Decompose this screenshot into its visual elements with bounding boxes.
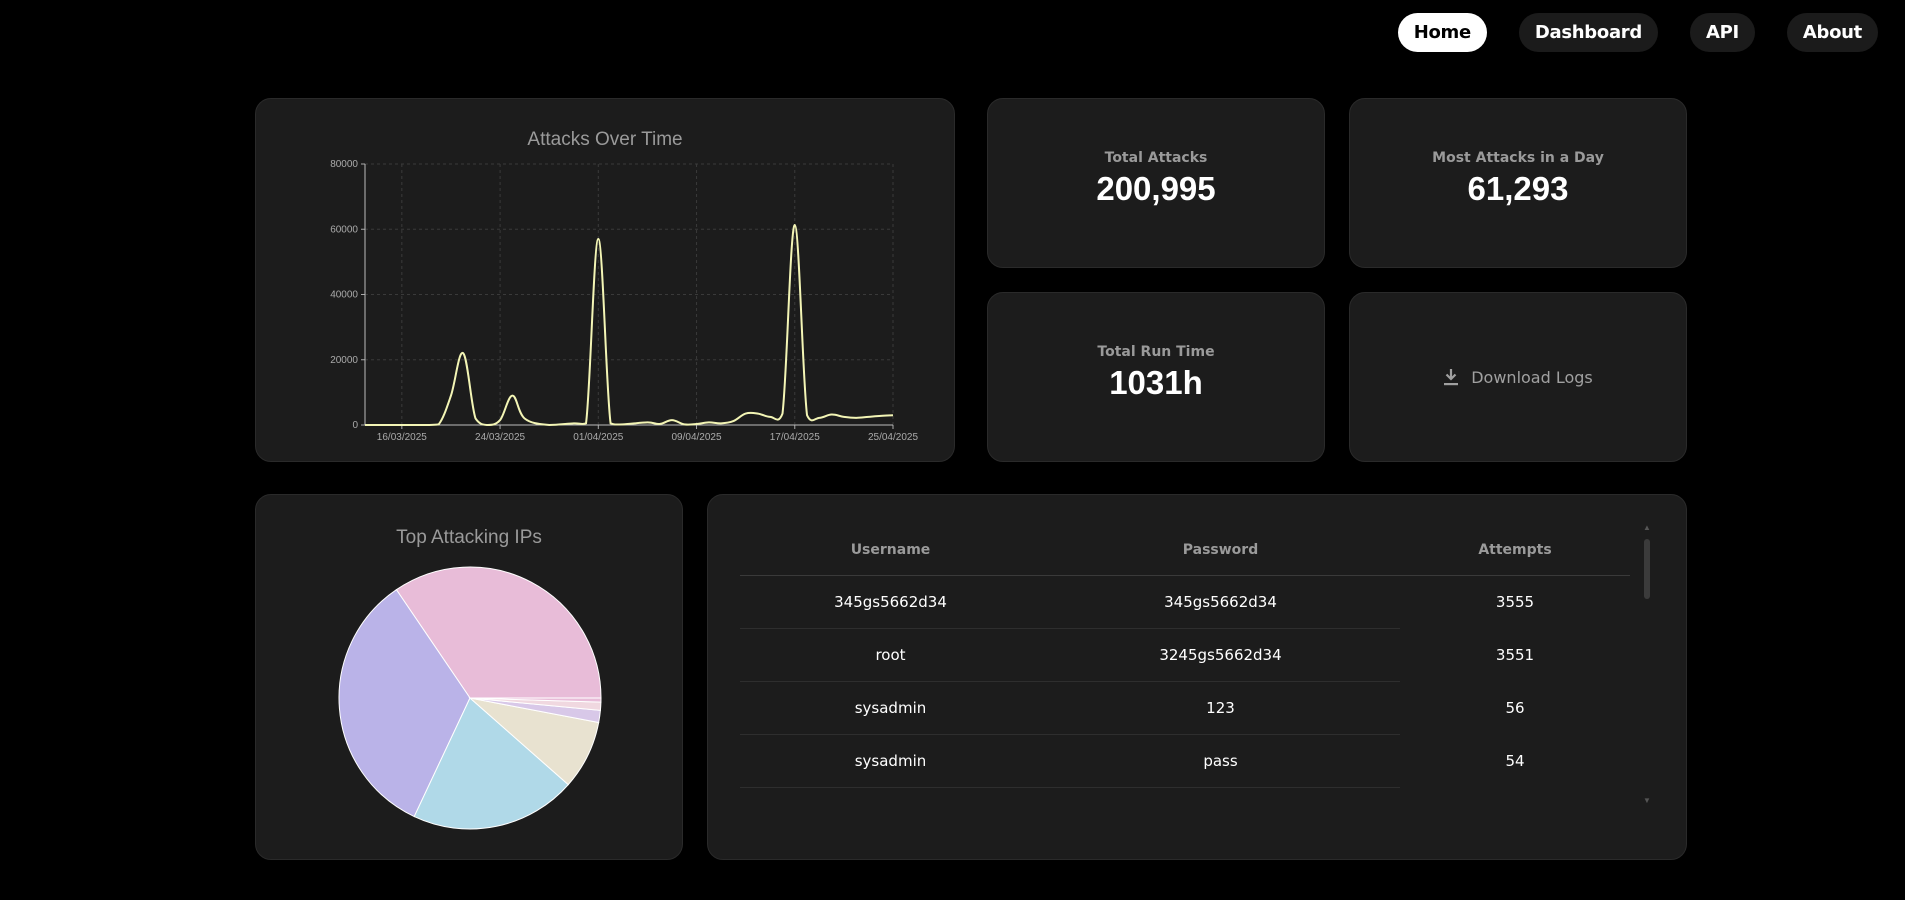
cell-password: pass — [1041, 735, 1400, 788]
top-nav: Home Dashboard API About — [1397, 13, 1878, 52]
run-time-label: Total Run Time — [1097, 344, 1215, 360]
x-tick-label: 24/03/2025 — [475, 432, 525, 443]
attacks-series-line — [365, 224, 894, 427]
nav-dashboard-button[interactable]: Dashboard — [1518, 13, 1658, 52]
attacks-over-time-card: Attacks Over Time 16/03/2025 24/03/2025 01… — [255, 98, 955, 462]
cell-attempts: 3555 — [1495, 593, 1535, 611]
most-attacks-value: 61,293 — [1467, 170, 1569, 207]
table-row: sysadmin 123 56 — [740, 682, 1630, 735]
most-attacks-card: Most Attacks in a Day 61,293 — [1349, 98, 1687, 268]
download-logs-button[interactable]: Download Logs — [1443, 368, 1593, 387]
top-ips-pie-chart — [338, 566, 602, 830]
nav-about-button[interactable]: About — [1786, 13, 1878, 52]
cell-attempts: 54 — [1505, 752, 1525, 770]
y-tick-label: 0 — [352, 420, 358, 431]
top-attacking-ips-card: Top Attacking IPs — [255, 494, 683, 860]
cell-attempts: 56 — [1505, 699, 1525, 717]
run-time-value: 1031h — [1109, 364, 1203, 401]
download-logs-label: Download Logs — [1471, 367, 1593, 387]
most-attacks-label: Most Attacks in a Day — [1432, 150, 1604, 166]
table-row: sysadmin pass 54 — [740, 735, 1630, 788]
nav-home-button[interactable]: Home — [1397, 13, 1487, 52]
scroll-up-arrow-icon[interactable]: ▲ — [1643, 523, 1651, 532]
table-scrollbar[interactable]: ▲ ▼ — [1643, 523, 1651, 805]
cell-username: sysadmin — [740, 682, 1041, 735]
table-row: 345gs5662d34 345gs5662d34 3555 — [740, 576, 1630, 629]
column-header-attempts: Attempts — [1478, 542, 1552, 558]
cell-username: root — [740, 629, 1041, 682]
x-tick-label: 17/04/2025 — [770, 432, 820, 443]
download-logs-card: Download Logs — [1349, 292, 1687, 462]
y-tick-label: 80000 — [330, 159, 358, 170]
total-attacks-label: Total Attacks — [1104, 150, 1208, 166]
run-time-card: Total Run Time 1031h — [987, 292, 1325, 462]
scrollbar-thumb[interactable] — [1644, 539, 1650, 599]
credentials-table: Username Password Attempts 345gs5662d34 … — [740, 525, 1630, 788]
table-header: Username Password Attempts — [740, 525, 1630, 576]
x-tick-label: 09/04/2025 — [672, 432, 722, 443]
y-tick-label: 20000 — [330, 355, 358, 366]
x-tick-label: 25/04/2025 — [868, 432, 918, 443]
table-row: root 3245gs5662d34 3551 — [740, 629, 1630, 682]
attacks-line-chart: 16/03/2025 24/03/2025 01/04/2025 09/04/2025… — [330, 159, 918, 443]
total-attacks-card: Total Attacks 200,995 — [987, 98, 1325, 268]
cell-username: sysadmin — [740, 735, 1041, 788]
total-attacks-value: 200,995 — [1096, 170, 1216, 207]
cell-attempts: 3551 — [1495, 646, 1535, 664]
download-icon — [1444, 369, 1459, 386]
credentials-table-card: Username Password Attempts 345gs5662d34 … — [707, 494, 1687, 860]
cell-password: 345gs5662d34 — [1041, 576, 1400, 629]
column-header-username: Username — [850, 542, 931, 558]
nav-api-button[interactable]: API — [1689, 13, 1755, 52]
y-tick-label: 60000 — [330, 224, 358, 235]
cell-username: 345gs5662d34 — [740, 576, 1041, 629]
column-header-password: Password — [1182, 542, 1259, 558]
cell-password: 3245gs5662d34 — [1041, 629, 1400, 682]
x-tick-label: 01/04/2025 — [573, 432, 623, 443]
x-tick-label: 16/03/2025 — [377, 432, 427, 443]
y-tick-label: 40000 — [330, 290, 358, 301]
scroll-down-arrow-icon[interactable]: ▼ — [1643, 796, 1651, 805]
cell-password: 123 — [1041, 682, 1400, 735]
